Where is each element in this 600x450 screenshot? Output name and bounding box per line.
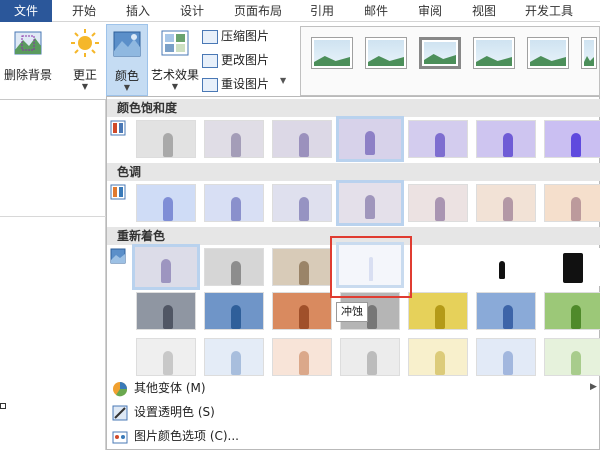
saturation-option-5[interactable] <box>408 120 468 158</box>
menu-set-transparent-color[interactable]: 设置透明色 (S) <box>112 402 215 422</box>
reset-label: 重设图片 <box>221 77 270 91</box>
recolor-light-4[interactable] <box>340 338 400 376</box>
sun-icon <box>71 29 99 57</box>
tone-option-6[interactable] <box>476 184 536 222</box>
chevron-down-icon: ▼ <box>81 82 89 91</box>
variants-icon <box>113 381 128 396</box>
saturation-option-3[interactable] <box>272 120 332 158</box>
remove-background-icon <box>14 31 42 55</box>
recolor-sepia[interactable] <box>272 248 332 286</box>
recolor-light-3[interactable] <box>272 338 332 376</box>
picture-style-4[interactable] <box>473 37 515 69</box>
document-area[interactable] <box>0 100 106 450</box>
tooltip: 冲蚀 <box>336 302 368 322</box>
recolor-dark-2[interactable] <box>204 292 264 330</box>
compress-icon <box>202 29 218 44</box>
reset-picture-icon <box>202 77 218 92</box>
tone-option-4[interactable] <box>336 180 404 226</box>
tab-view[interactable]: 视图 <box>462 0 506 22</box>
menu-more-variants-label: 其他变体 (M) <box>134 381 206 395</box>
correct-button[interactable]: 更正 ▼ <box>64 24 106 96</box>
tone-option-1[interactable] <box>136 184 196 222</box>
saturation-icon <box>110 120 126 136</box>
recolor-icon <box>110 248 126 264</box>
section-saturation-title: 颜色饱和度 <box>107 99 600 117</box>
recolor-dark-5[interactable] <box>408 292 468 330</box>
text-cursor-marker <box>0 403 6 409</box>
chevron-down-icon: ▼ <box>171 82 179 91</box>
remove-background-label: 删除背景 <box>3 68 52 82</box>
tab-review[interactable]: 审阅 <box>408 0 452 22</box>
menu-picture-color-options[interactable]: 图片颜色选项 (C)... <box>112 426 239 446</box>
recolor-black-white-25[interactable] <box>408 248 468 286</box>
recolor-no-recolor[interactable] <box>132 244 200 290</box>
recolor-grayscale[interactable] <box>204 248 264 286</box>
tab-design[interactable]: 设计 <box>170 0 214 22</box>
remove-background-button[interactable]: 删除背景 <box>0 24 56 96</box>
artistic-effects-button[interactable]: 艺术效果 ▼ <box>148 24 202 96</box>
washout-selection-outline <box>330 236 412 298</box>
recolor-dark-3[interactable] <box>272 292 332 330</box>
tone-icon <box>110 184 126 200</box>
tab-developer[interactable]: 开发工具 <box>514 0 584 22</box>
menu-color-options-label: 图片颜色选项 (C)... <box>134 429 240 443</box>
saturation-option-1[interactable] <box>136 120 196 158</box>
picture-style-5[interactable] <box>527 37 569 69</box>
recolor-black-white-50[interactable] <box>476 248 536 286</box>
recolor-light-5[interactable] <box>408 338 468 376</box>
color-icon <box>113 31 141 57</box>
picture-style-1[interactable] <box>311 37 353 69</box>
saturation-option-6[interactable] <box>476 120 536 158</box>
picture-format-ribbon: 删除背景 更正 ▼ 颜色 ▼ 艺术效果 ▼ 压缩图片 更改图片 重设图片 ▼ <box>0 22 600 100</box>
tone-option-3[interactable] <box>272 184 332 222</box>
menu-set-transparent-label: 设置透明色 (S) <box>134 405 215 419</box>
tone-option-2[interactable] <box>204 184 264 222</box>
change-picture-button[interactable]: 更改图片 <box>202 50 269 70</box>
recolor-light-1[interactable] <box>136 338 196 376</box>
correct-label: 更正 <box>72 68 97 82</box>
artistic-effects-icon <box>161 30 189 56</box>
compress-label: 压缩图片 <box>221 29 270 43</box>
picture-style-6[interactable] <box>581 37 597 69</box>
picture-styles-gallery <box>300 26 600 96</box>
color-options-icon <box>112 431 128 443</box>
color-label: 颜色 <box>114 69 139 83</box>
picture-style-3[interactable] <box>419 37 461 69</box>
chevron-right-icon: ▶ <box>590 382 597 392</box>
transparent-icon <box>112 405 128 420</box>
divider <box>0 216 106 217</box>
tab-mailings[interactable]: 邮件 <box>354 0 398 22</box>
chevron-down-icon[interactable]: ▼ <box>280 76 286 85</box>
ribbon-tab-bar: 文件 开始 插入 设计 页面布局 引用 邮件 审阅 视图 开发工具 <box>0 0 600 22</box>
tone-option-5[interactable] <box>408 184 468 222</box>
change-label: 更改图片 <box>221 53 270 67</box>
recolor-dark-6[interactable] <box>476 292 536 330</box>
recolor-light-6[interactable] <box>476 338 536 376</box>
tab-file[interactable]: 文件 <box>0 0 52 22</box>
tab-home[interactable]: 开始 <box>62 0 106 22</box>
compress-pictures-button[interactable]: 压缩图片 <box>202 26 269 46</box>
reset-picture-button[interactable]: 重设图片 <box>202 74 269 94</box>
saturation-option-7[interactable] <box>544 120 600 158</box>
tab-references[interactable]: 引用 <box>300 0 344 22</box>
picture-style-2[interactable] <box>365 37 407 69</box>
tab-page-layout[interactable]: 页面布局 <box>226 0 290 22</box>
recolor-light-7[interactable] <box>544 338 600 376</box>
tone-option-7[interactable] <box>544 184 600 222</box>
recolor-black-white-75[interactable] <box>544 248 600 286</box>
change-picture-icon <box>202 53 218 68</box>
saturation-option-2[interactable] <box>204 120 264 158</box>
artistic-effects-label: 艺术效果 <box>150 68 199 82</box>
menu-more-variants[interactable]: 其他变体 (M) <box>112 378 206 398</box>
chevron-down-icon: ▼ <box>123 83 131 92</box>
color-button[interactable]: 颜色 ▼ <box>106 24 148 96</box>
section-tone-title: 色调 <box>107 163 600 181</box>
recolor-dark-1[interactable] <box>136 292 196 330</box>
recolor-light-2[interactable] <box>204 338 264 376</box>
saturation-option-4[interactable] <box>336 116 404 162</box>
recolor-dark-7[interactable] <box>544 292 600 330</box>
tab-insert[interactable]: 插入 <box>116 0 160 22</box>
